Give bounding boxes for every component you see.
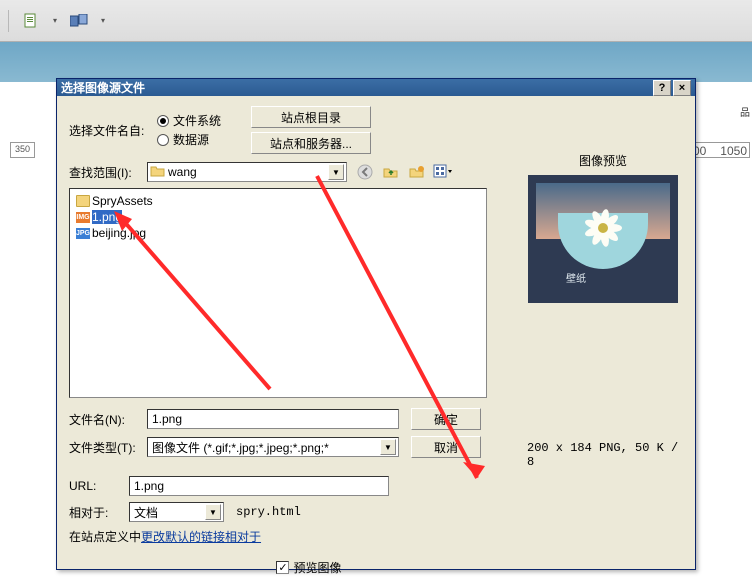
preview-checkbox[interactable]: ✓ (276, 561, 289, 574)
list-item-file[interactable]: IMG 1.png (74, 209, 482, 225)
filename-label: 文件名(N): (69, 411, 147, 428)
site-root-button[interactable]: 站点根目录 (251, 106, 371, 128)
help-button[interactable]: ? (653, 80, 671, 96)
url-input[interactable]: 1.png (129, 476, 389, 496)
dialog-titlebar: 选择图像源文件 ? × (57, 79, 695, 96)
list-item-folder[interactable]: SpryAssets (74, 193, 482, 209)
folder-open-icon (150, 164, 166, 181)
radio-icon (157, 134, 169, 146)
app-toolbar: ▾ ▾ (0, 0, 752, 42)
filetype-combo[interactable]: 图像文件 (*.gif;*.jpg;*.jpeg;*.png;* ▼ (147, 437, 399, 457)
combo-dropdown-icon[interactable]: ▼ (205, 504, 221, 520)
ok-button[interactable]: 确定 (411, 408, 481, 430)
preview-pane: 图像预览 壁纸 200 x 184 PNG, 50 (523, 152, 683, 469)
dialog-title: 选择图像源文件 (61, 79, 651, 96)
new-folder-icon[interactable] (407, 162, 427, 182)
folder-icon (76, 195, 90, 207)
file-list[interactable]: SpryAssets IMG 1.png JPG beijing.jpg (69, 188, 487, 398)
preview-title: 图像预览 (523, 152, 683, 169)
filetype-label: 文件类型(T): (69, 439, 147, 456)
image-file-icon: JPG (76, 228, 90, 239)
close-button[interactable]: × (673, 80, 691, 96)
source-radio-group: 文件系统 数据源 (157, 112, 221, 148)
panels-icon[interactable] (69, 11, 89, 31)
filename-input[interactable]: 1.png (147, 409, 399, 429)
image-file-icon: IMG (76, 212, 90, 223)
lookin-label: 查找范围(I): (69, 164, 147, 181)
list-item-file[interactable]: JPG beijing.jpg (74, 225, 482, 241)
relative-combo[interactable]: 文档 ▼ (129, 502, 224, 522)
cancel-button[interactable]: 取消 (411, 436, 481, 458)
document-dropdown-icon[interactable]: ▾ (51, 16, 59, 25)
up-folder-icon[interactable] (381, 162, 401, 182)
view-menu-icon[interactable] (433, 162, 453, 182)
site-server-button[interactable]: 站点和服务器... (251, 132, 371, 154)
hint-prefix: 在站点定义中 (69, 528, 141, 545)
file-picker-dialog: 选择图像源文件 ? × 选择文件名自: 文件系统 数据源 站点根目录 站点和服务… (56, 78, 696, 570)
panel-collapse-handle[interactable]: 品 (740, 104, 748, 119)
radio-datasource[interactable]: 数据源 (157, 131, 221, 148)
radio-filesystem[interactable]: 文件系统 (157, 112, 221, 129)
preview-image: 壁纸 (528, 175, 678, 303)
ruler-tick-right: 00 1050 (690, 142, 750, 158)
combo-dropdown-icon[interactable]: ▼ (380, 439, 396, 455)
panels-dropdown-icon[interactable]: ▾ (99, 16, 107, 25)
preview-checkbox-label: 预览图像 (293, 559, 341, 576)
url-label: URL: (69, 479, 129, 493)
ruler-tick-left: 350 (10, 142, 35, 158)
toolbar-separator (8, 10, 9, 32)
relative-label: 相对于: (69, 504, 129, 521)
select-from-label: 选择文件名自: (69, 122, 157, 139)
change-default-link[interactable]: 更改默认的链接相对于 (141, 528, 261, 545)
document-icon[interactable] (21, 11, 41, 31)
back-icon[interactable] (355, 162, 375, 182)
relative-file: spry.html (236, 505, 301, 519)
preview-info: 200 x 184 PNG, 50 K / 8 (523, 441, 683, 469)
lookin-combo[interactable]: wang ▼ (147, 162, 347, 182)
radio-icon (157, 115, 169, 127)
combo-dropdown-icon[interactable]: ▼ (328, 164, 344, 180)
